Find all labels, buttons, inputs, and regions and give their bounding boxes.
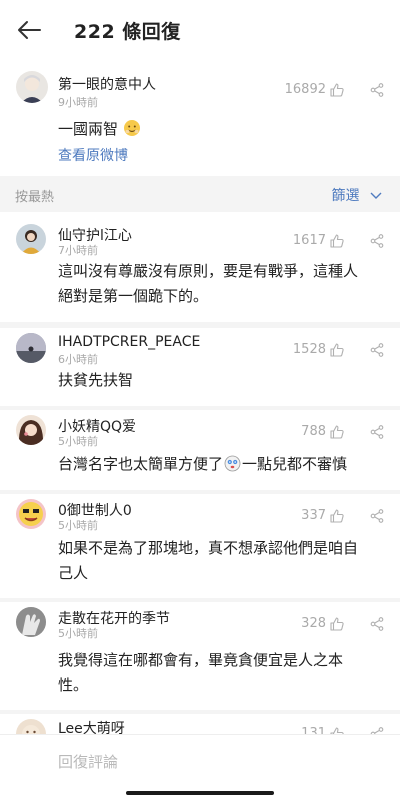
comment-text: 我覺得這在哪都會有，畢竟貪便宜是人之本 性。 <box>58 648 388 698</box>
comment-text: 這叫沒有尊嚴沒有原則，要是有戰爭，這種人 絕對是第一個跪下的。 <box>58 259 388 309</box>
dizzy-emoji-icon <box>224 455 241 472</box>
share-icon[interactable] <box>370 617 384 631</box>
comment-time: 5小時前 <box>58 627 98 640</box>
like-icon[interactable] <box>330 343 344 357</box>
avatar[interactable] <box>16 499 46 529</box>
avatar[interactable] <box>16 71 48 103</box>
like-count: 328 <box>301 616 326 631</box>
author-name[interactable]: Lee大萌呀 <box>58 718 125 734</box>
like-icon[interactable] <box>330 509 344 523</box>
comment-time: 5小時前 <box>58 519 98 532</box>
back-arrow-icon[interactable] <box>16 17 42 43</box>
smile-emoji-icon <box>123 120 140 136</box>
comment-item: 小妖精QQ爱 5小時前 788 台灣名字也太簡單方便了 一點兒都不審慎 <box>0 410 400 490</box>
comment-line: 台灣名字也太簡單方便了 <box>58 455 224 473</box>
share-icon[interactable] <box>370 509 384 523</box>
comment-text: 台灣名字也太簡單方便了 一點兒都不審慎 <box>58 452 398 477</box>
avatar[interactable] <box>16 415 46 445</box>
like-count: 131 <box>301 726 326 734</box>
comment-line: 如果不是為了那塊地，真不想承認他們是咱自 <box>58 539 359 557</box>
avatar[interactable] <box>16 224 46 254</box>
like-icon[interactable] <box>330 617 344 631</box>
comment-line: 一點兒都不審慎 <box>242 455 348 473</box>
author-name[interactable]: 第一眼的意中人 <box>58 74 156 94</box>
filter-label: 篩選 <box>331 188 360 204</box>
comment-time: 6小時前 <box>58 353 98 366</box>
comment-item: Lee大萌呀 131 <box>0 714 400 734</box>
comment-line: 己人 <box>58 564 89 582</box>
comment-text: 如果不是為了那塊地，真不想承認他們是咱自 己人 <box>58 536 388 586</box>
view-original-link[interactable]: 查看原微博 <box>58 145 128 165</box>
original-post: 第一眼的意中人 9小時前 16892 一國兩智 查看原微博 <box>0 60 400 176</box>
like-count: 337 <box>301 508 326 523</box>
filter-button[interactable]: 篩選 <box>332 185 382 205</box>
chevron-down-icon <box>370 192 382 199</box>
avatar[interactable] <box>16 607 46 637</box>
post-time: 9小時前 <box>58 96 98 109</box>
post-text-content: 一國兩智 <box>58 120 119 138</box>
share-icon[interactable] <box>370 727 384 734</box>
author-name[interactable]: IHADTPCRER_PEACE <box>58 334 200 350</box>
top-bar: 222 條回復 <box>0 0 400 60</box>
like-icon[interactable] <box>330 234 344 248</box>
home-indicator[interactable] <box>126 791 274 795</box>
like-count: 1528 <box>292 342 326 357</box>
like-count: 16892 <box>284 82 326 97</box>
like-count: 788 <box>301 424 326 439</box>
comment-item: IHADTPCRER_PEACE 6小時前 1528 扶貧先扶智 <box>0 328 400 406</box>
comment-item: 0御世制人0 5小時前 337 如果不是為了那塊地，真不想承認他們是咱自 己人 <box>0 494 400 598</box>
sort-by-hot[interactable]: 按最熱 <box>15 186 54 205</box>
comment-line: 性。 <box>58 676 89 694</box>
share-icon[interactable] <box>370 234 384 248</box>
reply-bar: 回復評論 <box>0 734 400 801</box>
comment-time: 7小時前 <box>58 244 98 257</box>
comment-line: 我覺得這在哪都會有，畢竟貪便宜是人之本 <box>58 651 344 669</box>
comment-line: 這叫沒有尊嚴沒有原則，要是有戰爭，這種人 <box>58 262 359 280</box>
share-icon[interactable] <box>370 425 384 439</box>
like-icon[interactable] <box>330 83 344 97</box>
comment-line: 扶貧先扶智 <box>58 371 134 389</box>
like-icon[interactable] <box>330 425 344 439</box>
like-count: 1617 <box>292 233 326 248</box>
comment-item: 仙守护l江心 7小時前 1617 這叫沒有尊嚴沒有原則，要是有戰爭，這種人 絕對… <box>0 212 400 322</box>
comment-line: 絕對是第一個跪下的。 <box>58 287 209 305</box>
reply-input[interactable]: 回復評論 <box>58 751 118 772</box>
comment-text: 扶貧先扶智 <box>58 368 388 393</box>
share-icon[interactable] <box>370 83 384 97</box>
sort-bar: 按最熱 篩選 <box>0 176 400 212</box>
avatar[interactable] <box>16 333 46 363</box>
comment-item: 走散在花开的季节 5小時前 328 我覺得這在哪都會有，畢竟貪便宜是人之本 性。 <box>0 602 400 710</box>
avatar[interactable] <box>16 719 46 734</box>
share-icon[interactable] <box>370 343 384 357</box>
like-icon[interactable] <box>330 727 344 734</box>
post-text: 一國兩智 <box>58 117 141 142</box>
page-title: 222 條回復 <box>74 21 181 43</box>
comment-time: 5小時前 <box>58 435 98 448</box>
